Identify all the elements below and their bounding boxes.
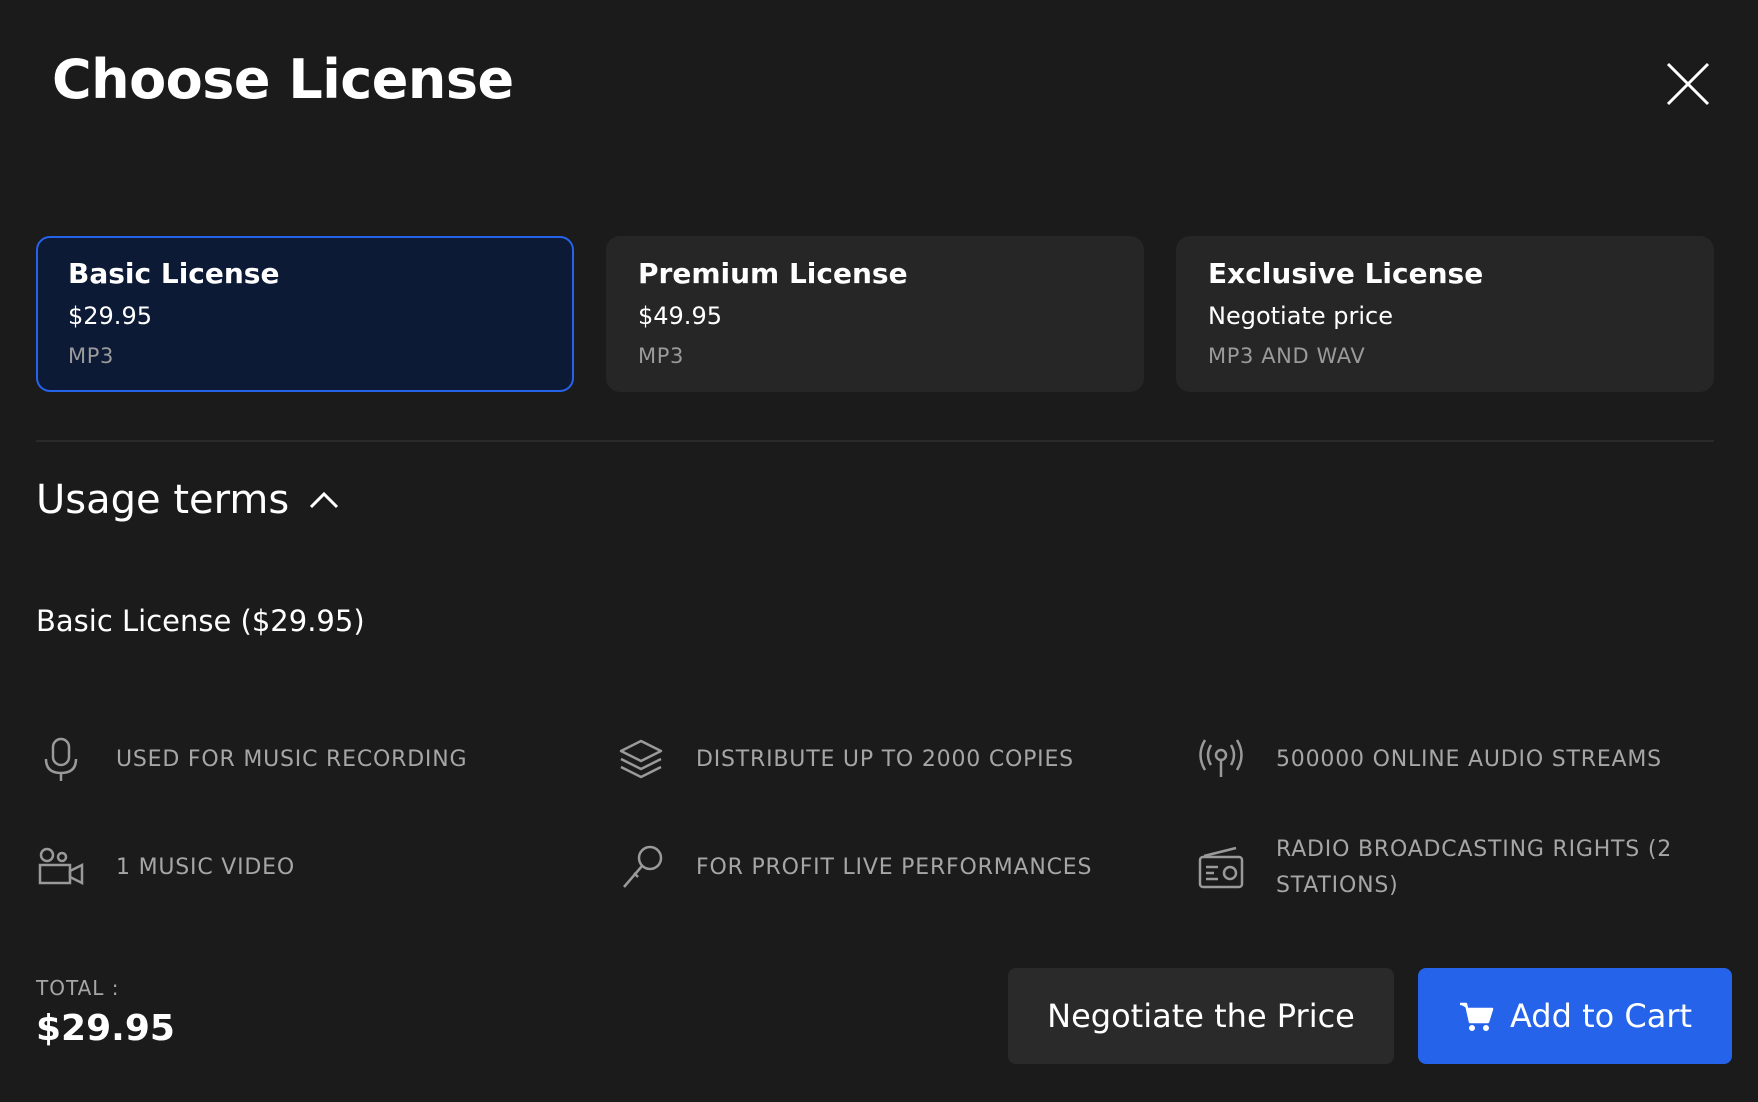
license-card-premium[interactable]: Premium License $49.95 MP3 — [606, 236, 1144, 392]
term-text: RADIO BROADCASTING RIGHTS (2 STATIONS) — [1276, 837, 1673, 898]
broadcast-icon — [1199, 739, 1243, 777]
license-summary: Basic License ($29.95) — [36, 604, 365, 638]
choose-license-modal: Choose License Basic License $29.95 MP3 … — [0, 0, 1758, 1102]
term-text: 500000 ONLINE AUDIO STREAMS — [1276, 747, 1662, 772]
license-price: $49.95 — [638, 302, 722, 330]
microphone-icon — [44, 737, 78, 781]
usage-terms-toggle[interactable]: Usage terms — [36, 470, 341, 530]
term-text: 1 MUSIC VIDEO — [116, 855, 295, 880]
cart-icon — [1459, 1002, 1494, 1031]
total-value: $29.95 — [36, 1008, 175, 1049]
total-label: TOTAL : — [36, 976, 120, 1000]
license-card-basic[interactable]: Basic License $29.95 MP3 — [36, 236, 574, 392]
handheld-mic-icon — [623, 845, 663, 888]
license-format: MP3 AND WAV — [1208, 344, 1366, 368]
close-icon — [1666, 62, 1710, 106]
license-format: MP3 — [638, 344, 684, 368]
license-price: Negotiate price — [1208, 302, 1393, 330]
term-item: 1 MUSIC VIDEO — [36, 828, 576, 908]
term-item: USED FOR MUSIC RECORDING — [36, 720, 576, 800]
term-text: DISTRIBUTE UP TO 2000 COPIES — [696, 747, 1074, 772]
term-item: RADIO BROADCASTING RIGHTS (2 STATIONS) — [1196, 828, 1736, 908]
negotiate-price-button[interactable]: Negotiate the Price — [1008, 968, 1394, 1064]
chevron-up-icon — [310, 491, 339, 509]
term-item: 500000 ONLINE AUDIO STREAMS — [1196, 720, 1736, 800]
license-format: MP3 — [68, 344, 114, 368]
license-price: $29.95 — [68, 302, 152, 330]
negotiate-price-label: Negotiate the Price — [1047, 997, 1355, 1035]
layers-icon — [619, 739, 663, 779]
close-button[interactable] — [1664, 60, 1712, 108]
license-name: Exclusive License — [1208, 257, 1484, 290]
term-text: FOR PROFIT LIVE PERFORMANCES — [696, 855, 1093, 880]
usage-terms-list: USED FOR MUSIC RECORDING DISTRIBUTE UP T… — [36, 720, 1716, 920]
term-item: DISTRIBUTE UP TO 2000 COPIES — [616, 720, 1156, 800]
video-camera-icon — [38, 847, 84, 886]
modal-title: Choose License — [52, 48, 514, 111]
divider — [36, 440, 1714, 442]
usage-terms-title: Usage terms — [36, 477, 290, 523]
radio-icon — [1198, 846, 1244, 889]
license-name: Basic License — [68, 257, 280, 290]
license-cards: Basic License $29.95 MP3 Premium License… — [36, 236, 1714, 392]
term-item: FOR PROFIT LIVE PERFORMANCES — [616, 828, 1156, 908]
add-to-cart-button[interactable]: Add to Cart — [1418, 968, 1732, 1064]
add-to-cart-label: Add to Cart — [1509, 997, 1693, 1035]
license-card-exclusive[interactable]: Exclusive License Negotiate price MP3 AN… — [1176, 236, 1714, 392]
license-name: Premium License — [638, 257, 908, 290]
term-text: USED FOR MUSIC RECORDING — [116, 747, 468, 772]
